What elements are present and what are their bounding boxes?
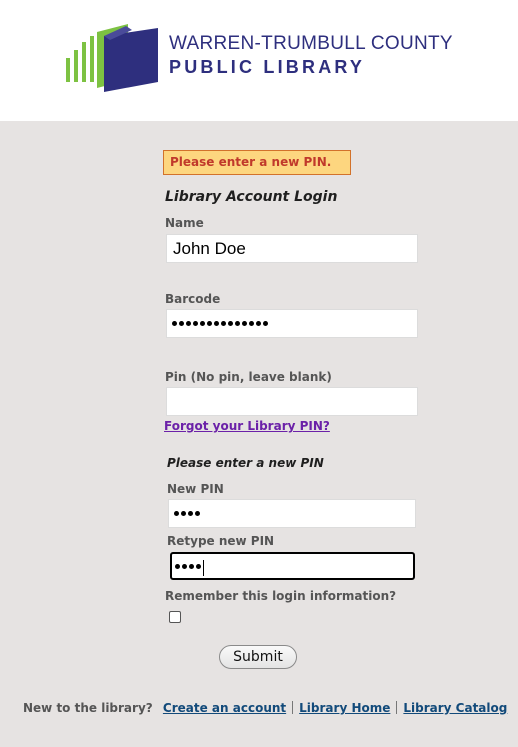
pin-label: Pin (No pin, leave blank) xyxy=(165,370,332,384)
mask-dot xyxy=(186,321,191,326)
mask-dot xyxy=(188,511,193,516)
mask-dot xyxy=(228,321,233,326)
mask-dot xyxy=(214,321,219,326)
text-caret xyxy=(203,560,204,576)
library-logo-icon[interactable] xyxy=(66,22,160,92)
footer-prompt: New to the library? xyxy=(23,701,153,715)
barcode-label: Barcode xyxy=(165,292,221,306)
submit-button[interactable]: Submit xyxy=(219,645,297,669)
divider xyxy=(396,701,398,714)
mask-dot xyxy=(263,321,268,326)
mask-dot xyxy=(172,321,177,326)
mask-dot xyxy=(195,511,200,516)
mask-dot xyxy=(235,321,240,326)
new-pin-label: New PIN xyxy=(167,482,224,496)
mask-dot xyxy=(189,564,194,569)
mask-dot xyxy=(179,321,184,326)
new-pin-heading: Please enter a new PIN xyxy=(167,456,324,470)
error-alert: Please enter a new PIN. xyxy=(163,150,351,175)
barcode-input[interactable] xyxy=(166,309,418,338)
name-label: Name xyxy=(165,216,204,230)
mask-dot xyxy=(175,564,180,569)
remember-checkbox[interactable] xyxy=(169,611,181,623)
form-title: Library Account Login xyxy=(165,189,338,205)
logo-title: WARREN-TRUMBULL COUNTY xyxy=(169,33,453,54)
new-pin-masked-value xyxy=(174,511,200,517)
site-header: WARREN-TRUMBULL COUNTY PUBLIC LIBRARY xyxy=(0,0,518,121)
new-pin-input[interactable] xyxy=(168,499,416,528)
library-home-link[interactable]: Library Home xyxy=(299,701,390,715)
mask-dot xyxy=(174,511,179,516)
mask-dot xyxy=(256,321,261,326)
mask-dot xyxy=(207,321,212,326)
name-input-value: John Doe xyxy=(173,239,246,258)
mask-dot xyxy=(200,321,205,326)
mask-dot xyxy=(249,321,254,326)
forgot-pin-link[interactable]: Forgot your Library PIN? xyxy=(164,419,330,433)
divider xyxy=(292,701,294,714)
retype-pin-label: Retype new PIN xyxy=(167,534,275,548)
mask-dot xyxy=(221,321,226,326)
mask-dot xyxy=(181,511,186,516)
footer-links: New to the library? Create an account Lib… xyxy=(23,701,507,715)
remember-label: Remember this login information? xyxy=(165,589,397,603)
mask-dot xyxy=(182,564,187,569)
mask-dot xyxy=(242,321,247,326)
library-catalog-link[interactable]: Library Catalog xyxy=(403,701,507,715)
retype-pin-input[interactable] xyxy=(170,552,415,580)
barcode-masked-value xyxy=(172,321,268,327)
create-account-link[interactable]: Create an account xyxy=(163,701,286,715)
name-input[interactable]: John Doe xyxy=(166,234,418,263)
mask-dot xyxy=(196,564,201,569)
retype-pin-masked-value xyxy=(175,564,201,570)
logo-subtitle: PUBLIC LIBRARY xyxy=(169,57,366,77)
pin-input[interactable] xyxy=(166,387,418,416)
mask-dot xyxy=(193,321,198,326)
